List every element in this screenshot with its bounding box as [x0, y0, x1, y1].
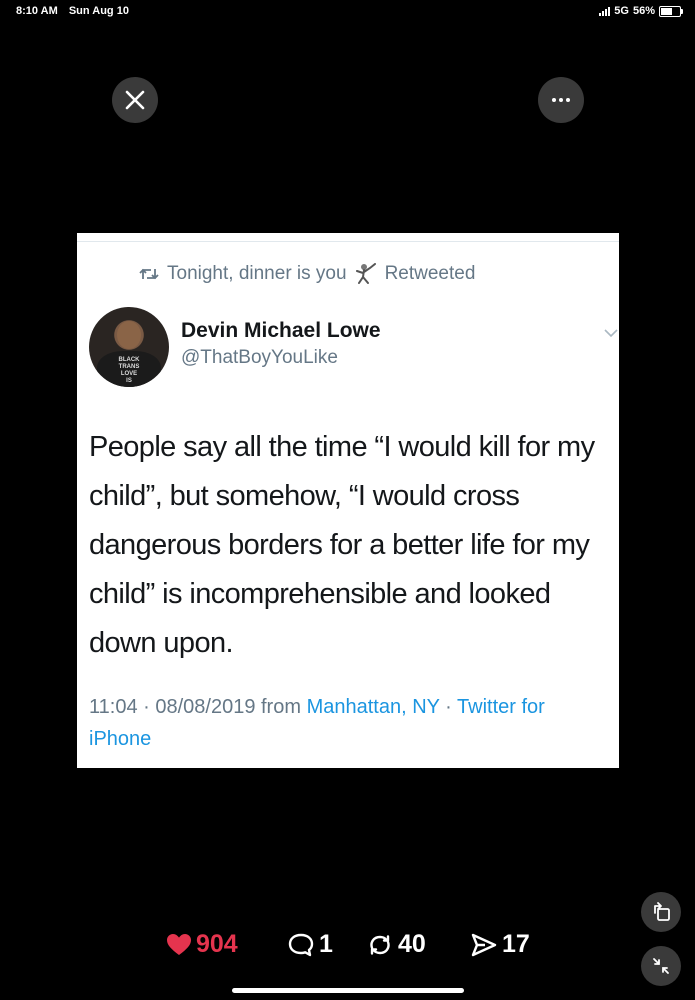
battery-label: 56% — [632, 5, 655, 17]
like-button[interactable]: 904 — [166, 930, 238, 959]
more-button[interactable] — [538, 77, 584, 123]
more-icon — [552, 98, 570, 102]
retweet-suffix: Retweeted — [384, 263, 476, 284]
rotate-button[interactable] — [641, 892, 681, 932]
avatar: BLACK TRANS LOVE IS — [89, 307, 169, 387]
reply-button[interactable]: 1 — [287, 930, 333, 959]
repost-icon — [370, 934, 390, 955]
status-date: Sun Aug 10 — [68, 5, 129, 17]
divider — [77, 241, 619, 242]
repost-button[interactable]: 40 — [366, 930, 426, 959]
chevron-down-icon — [604, 329, 618, 338]
retweet-context: Tonight, dinner is you Retweeted — [139, 263, 475, 285]
author-name: Devin Michael Lowe — [181, 319, 381, 342]
status-bar: 8:10 AM Sun Aug 10 5G 56% — [0, 0, 695, 22]
like-count: 904 — [196, 930, 238, 958]
tweet-screenshot: Tonight, dinner is you Retweeted BLACK TR… — [77, 233, 619, 768]
signal-icon — [599, 6, 611, 16]
battery-icon — [659, 5, 683, 17]
heart-icon — [167, 933, 191, 955]
comment-icon — [288, 933, 314, 956]
reply-count: 1 — [319, 930, 333, 958]
retweet-icon — [139, 268, 159, 280]
status-time: 8:10 AM — [16, 5, 58, 17]
author-handle: @ThatBoyYouLike — [181, 347, 338, 368]
status-right: 5G 56% — [599, 5, 683, 17]
home-indicator[interactable] — [232, 988, 464, 993]
minimize-icon — [653, 958, 669, 974]
rotate-icon — [654, 902, 670, 921]
status-left: 8:10 AM Sun Aug 10 — [16, 5, 129, 17]
minimize-button[interactable] — [641, 946, 681, 986]
avatar-head — [117, 321, 141, 349]
network-label: 5G — [614, 5, 629, 17]
share-button[interactable]: 17 — [470, 930, 530, 959]
send-icon — [471, 933, 497, 956]
fencer-emoji-icon — [355, 263, 376, 284]
close-icon — [125, 90, 145, 110]
avatar-shirt: BLACK TRANS LOVE IS — [97, 351, 161, 387]
retweet-text: Tonight, dinner is you — [167, 263, 347, 284]
tweet-text: People say all the time “I would kill fo… — [89, 431, 595, 659]
tweet-time: 11:04 · 08/08/2019 from — [89, 696, 307, 718]
tweet-meta: 11:04 · 08/08/2019 from Manhattan, NY · … — [89, 691, 609, 755]
meta-separator: · — [439, 696, 458, 718]
tweet-location: Manhattan, NY — [306, 696, 440, 718]
repost-count: 40 — [398, 930, 426, 958]
engagement-bar: 904 1 40 17 — [0, 930, 695, 970]
close-button[interactable] — [112, 77, 158, 123]
share-count: 17 — [502, 930, 530, 958]
